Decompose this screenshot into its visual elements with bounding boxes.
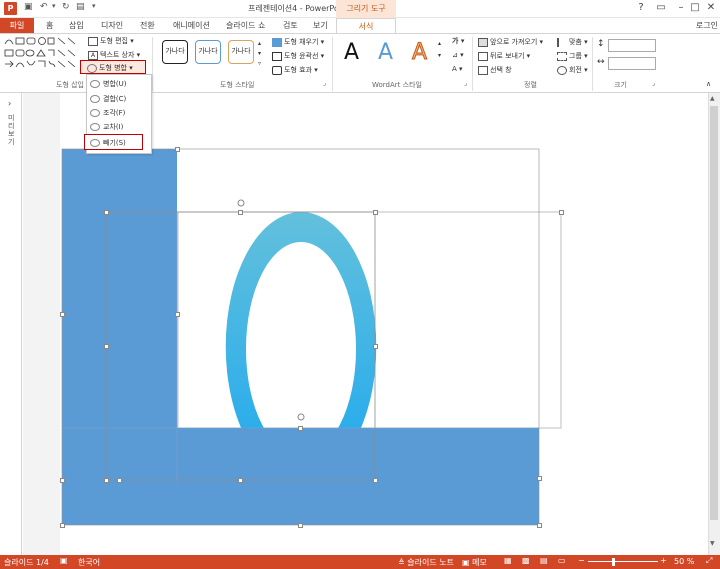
resize-handle[interactable]	[559, 210, 564, 215]
reading-view-icon[interactable]: ▤	[540, 556, 548, 565]
resize-handle[interactable]	[60, 312, 65, 317]
normal-view-icon[interactable]: ▦	[504, 556, 512, 565]
resize-handle[interactable]	[104, 344, 109, 349]
resize-handle[interactable]	[298, 523, 303, 528]
menu-item-intersect[interactable]: 교차(I)	[90, 122, 123, 132]
zoom-slider-thumb[interactable]	[612, 558, 615, 566]
resize-handle[interactable]	[238, 210, 243, 215]
zoom-in-icon[interactable]: +	[660, 556, 667, 565]
language-indicator[interactable]: 한국어	[78, 557, 100, 568]
menu-item-subtract[interactable]: 빼기(S)	[84, 134, 143, 150]
slideshow-view-icon[interactable]: ▭	[558, 556, 566, 565]
resize-handle[interactable]	[537, 523, 542, 528]
resize-handle[interactable]	[60, 523, 65, 528]
resize-handle[interactable]	[238, 478, 243, 483]
slide-sorter-icon[interactable]: ▩	[522, 556, 530, 565]
resize-handle[interactable]	[298, 426, 303, 431]
zoom-slider[interactable]	[588, 561, 658, 562]
menu-item-union[interactable]: 병합(U)	[90, 79, 126, 89]
notes-button[interactable]: ≜ 슬라이드 노트	[398, 557, 454, 568]
resize-handle[interactable]	[373, 210, 378, 215]
resize-handle[interactable]	[60, 478, 65, 483]
combine-icon	[90, 95, 100, 103]
menu-item-fragment[interactable]: 조각(F)	[90, 108, 125, 118]
resize-handle[interactable]	[175, 147, 180, 152]
comments-button[interactable]: ▣ 메모	[462, 557, 487, 568]
fit-to-window-icon[interactable]: ⤢	[706, 556, 712, 566]
intersect-icon	[90, 123, 100, 131]
resize-handle[interactable]	[537, 476, 542, 481]
spellcheck-icon[interactable]: ▣	[60, 556, 68, 565]
rotate-handle-icon[interactable]	[297, 413, 305, 421]
fragment-icon	[90, 109, 100, 117]
resize-handle[interactable]	[104, 210, 109, 215]
rotate-handle-icon[interactable]	[237, 199, 245, 207]
resize-handle[interactable]	[104, 478, 109, 483]
subtract-icon	[90, 139, 100, 147]
resize-handle[interactable]	[373, 478, 378, 483]
resize-handle[interactable]	[117, 478, 122, 483]
zoom-out-icon[interactable]: −	[578, 556, 585, 565]
zoom-level[interactable]: 50 %	[674, 557, 694, 566]
resize-handle[interactable]	[373, 344, 378, 349]
union-icon	[90, 80, 100, 88]
slide-counter: 슬라이드 1/4	[4, 558, 49, 567]
menu-item-combine[interactable]: 결합(C)	[90, 94, 126, 104]
resize-handle[interactable]	[175, 312, 180, 317]
